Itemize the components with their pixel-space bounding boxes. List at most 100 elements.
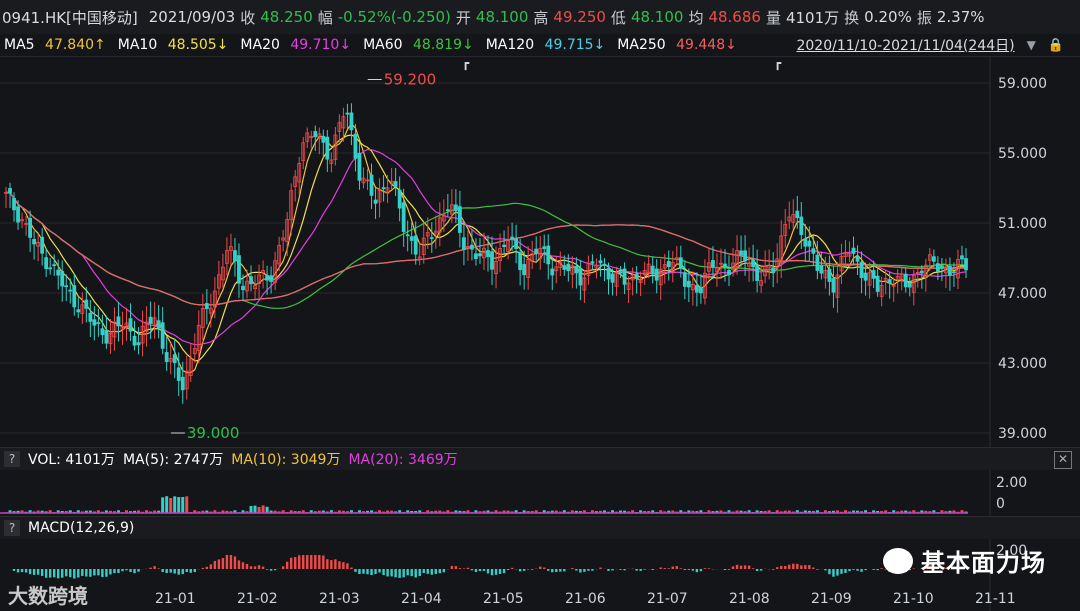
candle-body	[100, 328, 105, 336]
vol-ytick-top: 2.00	[996, 475, 1027, 491]
candle-body	[694, 285, 699, 293]
help-icon[interactable]: ?	[4, 520, 20, 536]
macd-bar	[792, 563, 795, 569]
macd-bar	[832, 569, 835, 577]
candle-body	[462, 237, 466, 250]
candle-body	[682, 272, 687, 287]
macd-bar	[153, 566, 156, 569]
macd-bar	[330, 560, 333, 569]
macd-bar	[735, 564, 739, 569]
macd-bar	[780, 565, 783, 569]
price-tick-label: 55.000	[998, 146, 1047, 162]
macd-bar	[755, 569, 759, 572]
volume-bar	[165, 496, 169, 513]
macd-bars	[8, 555, 968, 579]
macd-bar	[32, 569, 36, 575]
macd-bar	[872, 569, 875, 570]
dropdown-triangle-icon[interactable]: ▼	[1027, 38, 1036, 52]
candle-body	[935, 263, 940, 272]
macd-bar	[314, 555, 317, 569]
volume-bar	[257, 506, 261, 513]
macd-bar	[659, 567, 662, 569]
macd-bar	[438, 569, 442, 574]
candle-body	[401, 202, 406, 232]
candle-body	[550, 268, 555, 276]
ma120-legend[interactable]: MA120 49.715↓	[486, 37, 612, 53]
macd-bar	[245, 563, 249, 569]
macd-bar	[683, 569, 687, 570]
vol-ma20: MA(20): 3469万	[348, 452, 458, 468]
macd-bar	[583, 569, 586, 572]
ma20-legend[interactable]: MA20 49.710↓	[240, 37, 357, 53]
date-tick-label: 21-05	[483, 591, 524, 607]
candle-body	[96, 322, 101, 325]
candle-body	[562, 265, 567, 270]
macd-bar	[651, 569, 654, 570]
macd-bar	[334, 559, 337, 569]
avg-value: 48.686	[708, 8, 761, 26]
macd-bar	[687, 569, 691, 570]
quote-date: 2021/09/03	[148, 8, 236, 26]
annotation-label: 59.200	[384, 71, 437, 89]
date-range[interactable]: 2020/11/10-2021/11/04(244日) ▼ 🔒	[796, 34, 1070, 56]
lock-icon[interactable]: 🔒	[1048, 38, 1064, 53]
change-label: 幅	[317, 8, 333, 27]
candle-body	[76, 309, 81, 313]
quote-bar: 0941.HK[中国移动] 2021/09/03 收 48.250 幅 -0.5…	[0, 0, 1080, 34]
brand-watermark: 大数跨境	[8, 584, 88, 608]
open-value: 48.100	[475, 8, 529, 26]
macd-bar	[458, 568, 462, 569]
candle-body	[622, 268, 627, 285]
macd-bar	[430, 569, 433, 575]
macd-bar	[643, 569, 646, 570]
candle-body	[8, 188, 12, 194]
candle-body	[863, 272, 868, 281]
candlestick-chart[interactable]: 59.000 55.000 51.000 47.000 43.000 39.000 59.…	[0, 57, 1080, 447]
macd-bar	[390, 569, 393, 577]
macd-bar	[543, 567, 546, 569]
macd-bar	[599, 567, 602, 569]
date-tick-label: 21-04	[401, 591, 442, 607]
macd-bar	[16, 569, 20, 573]
ma10-legend[interactable]: MA10 48.505↓	[118, 37, 235, 53]
macd-bar	[173, 569, 176, 574]
macd-bar	[306, 555, 309, 569]
ma250-legend[interactable]: MA250 49.448↓	[617, 37, 743, 53]
date-tick-label: 21-06	[565, 591, 606, 607]
ma5-legend[interactable]: MA5 47.840↑	[4, 37, 112, 53]
volume-bar	[265, 506, 269, 513]
macd-bar	[623, 569, 626, 571]
date-range-text[interactable]: 2020/11/10-2021/11/04(244日)	[796, 35, 1014, 55]
macd-bar	[44, 569, 48, 578]
candle-body	[68, 289, 73, 292]
candle-body	[598, 260, 603, 264]
macd-bar	[157, 568, 160, 569]
macd-bar	[426, 569, 429, 574]
macd-bar	[852, 569, 855, 570]
macd-bar	[241, 562, 245, 569]
candle-body	[478, 253, 482, 257]
candle-body	[156, 320, 161, 329]
candle-body	[960, 255, 964, 260]
candle-body	[204, 303, 209, 310]
macd-bar	[169, 569, 172, 573]
volume-bar	[185, 496, 189, 513]
macd-bar	[382, 569, 385, 576]
candle-body	[16, 206, 20, 223]
macd-bar	[109, 569, 112, 575]
candle-body	[445, 209, 450, 212]
macd-bar	[261, 566, 265, 569]
candle-body	[269, 275, 274, 282]
macd-bar	[414, 569, 417, 578]
macd-bar	[563, 569, 566, 572]
close-icon[interactable]: ✕	[1054, 451, 1072, 469]
ma-line-ma5	[5, 122, 967, 374]
help-icon[interactable]: ?	[4, 451, 20, 467]
high-value: 49.250	[553, 8, 606, 26]
macd-bar	[856, 569, 859, 571]
stock-symbol[interactable]: 0941.HK[中国移动]	[2, 7, 138, 28]
candle-body	[650, 265, 655, 275]
candle-body	[799, 216, 804, 235]
ma60-legend[interactable]: MA60 48.819↓	[363, 37, 480, 53]
macd-bar	[57, 569, 60, 579]
